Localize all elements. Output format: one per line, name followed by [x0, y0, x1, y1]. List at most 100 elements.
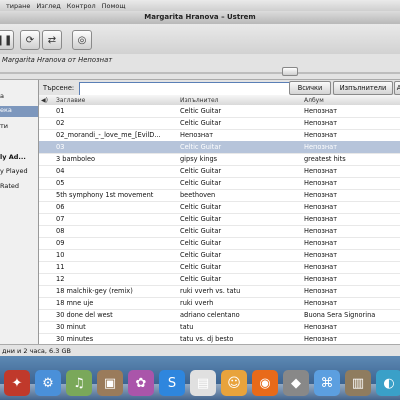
sidebar-item-recently-played[interactable]: y Played	[0, 167, 38, 178]
track-title: 02	[56, 119, 65, 127]
track-artist: Celtic Guitar	[180, 167, 222, 175]
track-title: 3 bamboleo	[56, 155, 96, 163]
finder-icon[interactable]: ⌘	[314, 370, 340, 396]
shuffle-icon: ⇄	[47, 34, 57, 46]
column-album-header[interactable]: Албум	[304, 97, 324, 104]
track-artist: beethoven	[180, 191, 216, 199]
track-artist: ruki vverh vs. tatu	[180, 287, 241, 295]
firefox-icon[interactable]: ◉	[252, 370, 278, 396]
track-artist: Celtic Guitar	[180, 215, 222, 223]
now-playing-text: Margarita Hranova от Непознат	[2, 56, 113, 64]
track-artist: Celtic Guitar	[180, 227, 222, 235]
pause-icon: ❚❚	[0, 34, 13, 46]
sidebar-item-label: а	[0, 92, 4, 100]
track-album: Непознат	[304, 203, 338, 211]
track-artist: tatu	[180, 323, 194, 331]
filter-all-button[interactable]: Всички	[289, 81, 331, 95]
sidebar-item-label: ека	[0, 106, 12, 114]
track-artist: gipsy kings	[180, 155, 218, 163]
dock-icon-2[interactable]: ⚙	[35, 370, 61, 396]
photo-icon[interactable]: ▣	[97, 370, 123, 396]
filter-artists-button[interactable]: Изпълнители	[333, 81, 393, 95]
sidebar-item-3[interactable]: ти	[0, 122, 38, 133]
repeat-button[interactable]: ⟳	[20, 30, 40, 50]
track-title: 07	[56, 215, 65, 223]
repeat-icon: ⟳	[25, 34, 35, 46]
sidebar-item-label: ly Ad...	[0, 153, 26, 161]
track-album: Непознат	[304, 299, 338, 307]
track-album: Непознат	[304, 179, 338, 187]
track-album: Непознат	[304, 215, 338, 223]
track-artist: tatu vs. dj besto	[180, 335, 234, 343]
track-artist: Celtic Guitar	[180, 251, 222, 259]
track-title: 04	[56, 167, 65, 175]
filter-albums-button[interactable]: А	[394, 81, 400, 95]
column-artist-header[interactable]: Изпълнител	[180, 97, 219, 104]
dock-icon-13[interactable]: ◐	[376, 370, 400, 396]
track-artist: Celtic Guitar	[180, 179, 222, 187]
menu-item-help[interactable]: Помощ	[102, 2, 126, 10]
menu-item-control[interactable]: Контрол	[67, 2, 96, 10]
track-title: 05	[56, 179, 65, 187]
menu-item-view[interactable]: Изглед	[36, 2, 60, 10]
track-album: Buona Sera Signorina	[304, 311, 376, 319]
track-artist: Celtic Guitar	[180, 119, 222, 127]
track-title: 5th symphony 1st movement	[56, 191, 154, 199]
sidebar: а ека ти ly Ad... y Played Rated	[0, 80, 39, 344]
seek-track	[0, 72, 400, 74]
track-title: 03	[56, 143, 65, 151]
track-title: 08	[56, 227, 65, 235]
track-artist: Celtic Guitar	[180, 107, 222, 115]
status-text: дни и 2 часа, 6.3 GB	[2, 347, 71, 355]
track-album: Непознат	[304, 227, 338, 235]
burn-button[interactable]: ◎	[72, 30, 92, 50]
track-title: 18 malchik-gey (remix)	[56, 287, 133, 295]
sidebar-item-label: Rated	[0, 182, 20, 190]
window-title: Margarita Hranova – Ustrem	[144, 13, 256, 21]
seek-handle[interactable]	[282, 67, 298, 76]
column-title-header[interactable]: Заглавие	[56, 97, 85, 104]
track-title: 02_morandi_-_love_me_[EvilD...	[56, 131, 161, 139]
dock-icon-10[interactable]: ◆	[283, 370, 309, 396]
window-title-bar: Margarita Hranova – Ustrem	[0, 11, 400, 25]
sidebar-item-label: ти	[0, 122, 9, 130]
sidebar-item-top-rated[interactable]: Rated	[0, 182, 38, 193]
track-album: Непознат	[304, 131, 338, 139]
track-album: Непознат	[304, 107, 338, 115]
shuffle-button[interactable]: ⇄	[42, 30, 62, 50]
sidebar-item-1[interactable]: а	[0, 92, 38, 103]
search-label: Търсене:	[43, 84, 75, 92]
now-playing-bar: Margarita Hranova от Непознат	[0, 54, 400, 67]
track-title: 30 minutes	[56, 335, 94, 343]
sidebar-item-library[interactable]: ека	[0, 106, 38, 117]
track-album: Непознат	[304, 263, 338, 271]
sidebar-item-recently-added[interactable]: ly Ad...	[0, 153, 38, 164]
track-title: 01	[56, 107, 65, 115]
track-title: 11	[56, 263, 65, 271]
dock-icon-1[interactable]: ✦	[4, 370, 30, 396]
disc-icon: ◎	[77, 34, 87, 46]
pause-button[interactable]: ❚❚	[0, 30, 14, 50]
track-title: 12	[56, 275, 65, 283]
track-row[interactable]: 30 minutes tatu vs. dj besto Непознат	[39, 333, 400, 344]
track-artist: Celtic Guitar	[180, 263, 222, 271]
document-icon[interactable]: ▤	[190, 370, 216, 396]
track-artist: Celtic Guitar	[180, 203, 222, 211]
track-album: greatest hits	[304, 155, 346, 163]
track-title: 10	[56, 251, 65, 259]
track-artist: Непознат	[180, 131, 214, 139]
track-album: Непознат	[304, 167, 338, 175]
track-title: 30 done del west	[56, 311, 113, 319]
track-title: 18 mne uje	[56, 299, 94, 307]
seek-bar[interactable]	[0, 67, 400, 80]
track-album: Непознат	[304, 287, 338, 295]
photo-2-icon[interactable]: ▥	[345, 370, 371, 396]
track-album: Непознат	[304, 251, 338, 259]
skype-icon[interactable]: S	[159, 370, 185, 396]
itunes-icon[interactable]: ♫	[66, 370, 92, 396]
menu-item-file[interactable]: тиране	[6, 2, 30, 10]
track-title: 09	[56, 239, 65, 247]
speaker-icon: ◀)	[41, 97, 48, 104]
dock-icon-5[interactable]: ✿	[128, 370, 154, 396]
chat-icon[interactable]: ☺	[221, 370, 247, 396]
